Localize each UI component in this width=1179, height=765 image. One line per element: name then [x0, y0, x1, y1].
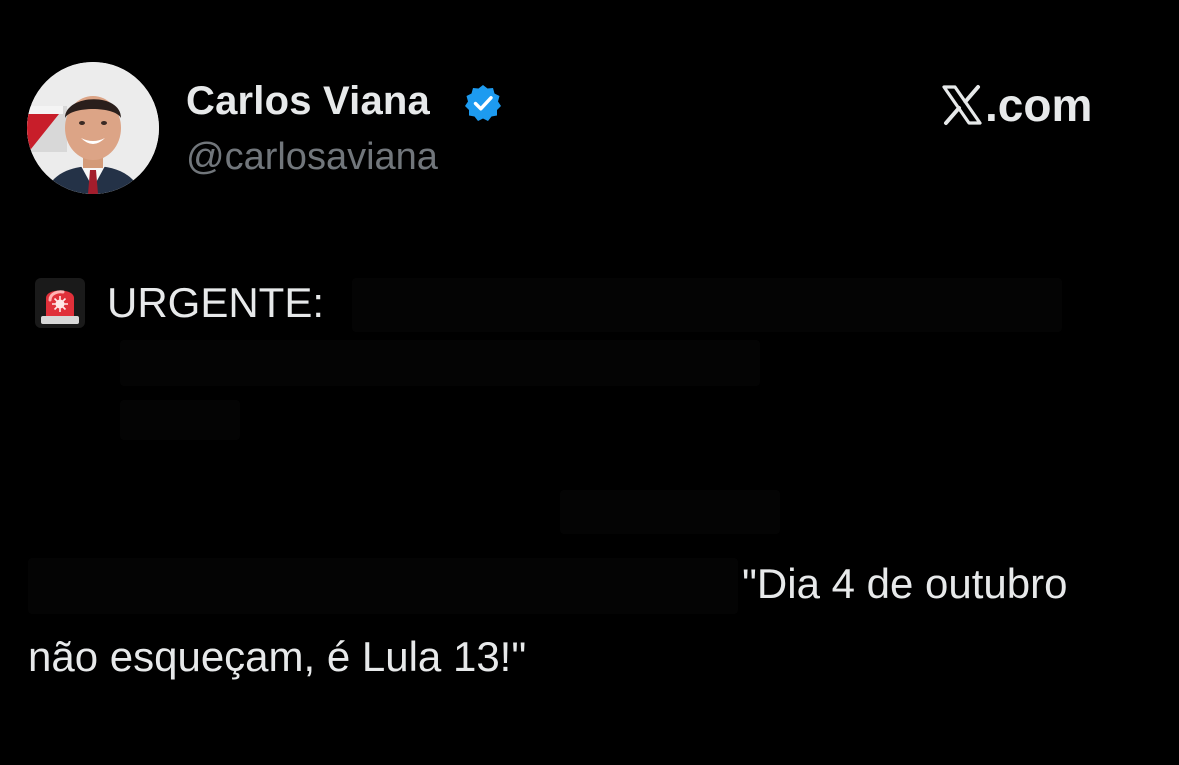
author-display-name[interactable]: Carlos Viana: [186, 79, 430, 124]
verified-badge-icon: [465, 85, 501, 121]
brand-domain-suffix: .com: [985, 79, 1093, 131]
post-quote-line-1: "Dia 4 de outubro: [742, 560, 1068, 607]
post-label-line: URGENTE:: [33, 276, 324, 330]
post-label: URGENTE:: [107, 279, 325, 326]
x-logo-icon: [942, 85, 982, 125]
siren-icon: [35, 278, 85, 328]
redacted-text-block: [28, 558, 738, 614]
redacted-text-block: [120, 400, 240, 440]
avatar-photo: [27, 62, 159, 194]
author-handle[interactable]: @carlosaviana: [186, 136, 438, 179]
post-quote-line-2: não esqueçam, é Lula 13!": [28, 633, 527, 680]
redacted-text-block: [560, 490, 780, 534]
post-card: Carlos Viana @carlosaviana .com URGENTE:…: [0, 0, 1179, 765]
redacted-text-block: [120, 340, 760, 386]
redacted-text-block: [352, 278, 1062, 332]
avatar[interactable]: [27, 62, 159, 194]
brand-watermark: .com: [940, 78, 1092, 132]
